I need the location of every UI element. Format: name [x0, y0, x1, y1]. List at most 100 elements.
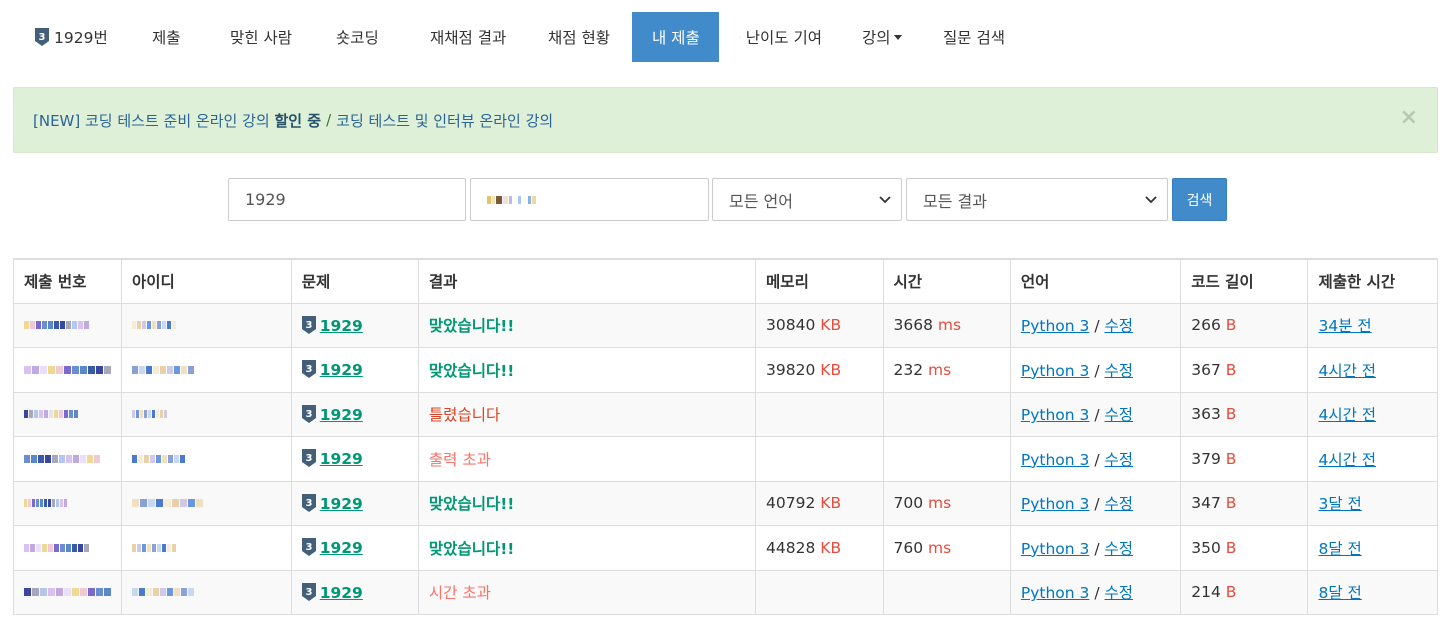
problem-link[interactable]: 3 1929: [301, 315, 363, 335]
redacted-user-id[interactable]: [132, 588, 281, 597]
problem-link[interactable]: 3 1929: [301, 493, 363, 513]
redaction-pixel: [196, 499, 203, 508]
tab-short-coding[interactable]: 숏코딩: [316, 12, 410, 62]
redaction-pixel: [45, 454, 51, 463]
result-text[interactable]: 출력 초과: [429, 451, 491, 469]
language-select[interactable]: 모든 언어: [712, 178, 902, 221]
header-time: 시간: [882, 258, 1011, 304]
edit-link[interactable]: 수정: [1105, 406, 1134, 424]
result-text[interactable]: 맞았습니다!!: [429, 362, 514, 380]
result-select[interactable]: 모든 결과: [906, 178, 1168, 221]
language-link[interactable]: Python 3: [1021, 584, 1090, 602]
problem-link[interactable]: 3 1929: [301, 360, 363, 379]
redacted-submission-id[interactable]: [24, 543, 111, 552]
edit-link[interactable]: 수정: [1105, 540, 1134, 558]
problem-id-input[interactable]: 1929: [228, 178, 466, 221]
tab-solved-users[interactable]: 맞힌 사람: [210, 12, 316, 62]
tab-lectures-dropdown[interactable]: 강의: [842, 12, 923, 62]
submitted-time-link[interactable]: 4시간 전: [1318, 362, 1376, 380]
user-id-cell: [121, 347, 292, 393]
redaction-pixel: [88, 365, 95, 374]
redaction-pixel: [44, 410, 48, 419]
redaction-pixel: [153, 588, 159, 597]
redacted-user-id[interactable]: [132, 499, 281, 508]
tab-submit[interactable]: 제출: [132, 12, 210, 62]
language-link[interactable]: Python 3: [1021, 406, 1090, 424]
redaction-pixel: [24, 321, 29, 330]
redacted-user-id[interactable]: [132, 543, 281, 552]
redaction-pixel: [132, 321, 136, 330]
edit-link[interactable]: 수정: [1105, 584, 1134, 602]
submitted-time-link[interactable]: 4시간 전: [1318, 406, 1376, 424]
time-unit: ms: [928, 360, 952, 379]
code-length-unit: B: [1225, 449, 1237, 468]
submitted-time-link[interactable]: 4시간 전: [1318, 451, 1376, 469]
edit-link[interactable]: 수정: [1105, 495, 1134, 513]
result-text[interactable]: 틀렸습니다: [429, 406, 500, 424]
redacted-user-id[interactable]: [132, 410, 281, 419]
submitted-time-link[interactable]: 3달 전: [1318, 495, 1361, 513]
submission-id-cell: [13, 569, 122, 615]
language-link[interactable]: Python 3: [1021, 362, 1090, 380]
redaction-pixel: [164, 499, 171, 508]
redaction-pixel: [132, 454, 137, 463]
problem-link[interactable]: 3 1929: [301, 538, 363, 557]
result-text[interactable]: 시간 초과: [429, 584, 491, 602]
interview-lecture-link[interactable]: 코딩 테스트 및 인터뷰 온라인 강의: [336, 110, 553, 131]
promo-link[interactable]: [NEW] 코딩 테스트 준비 온라인 강의 할인 중: [33, 110, 321, 131]
redacted-user-id[interactable]: [132, 365, 281, 374]
submitted-time-link[interactable]: 34분 전: [1318, 317, 1371, 335]
edit-link[interactable]: 수정: [1105, 317, 1134, 335]
tab-question-search[interactable]: 질문 검색: [923, 12, 1026, 62]
redacted-submission-id[interactable]: [24, 321, 111, 330]
problem-link[interactable]: 3 1929: [301, 449, 363, 468]
close-icon[interactable]: ×: [1400, 107, 1418, 129]
tab-rejudge-results[interactable]: 재채점 결과: [410, 12, 528, 62]
problem-id: 1929: [319, 316, 363, 335]
user-id-cell: [121, 569, 292, 615]
tab-problem[interactable]: 3 1929번: [15, 12, 132, 62]
redaction-pixel: [72, 365, 79, 374]
problem-link[interactable]: 3 1929: [301, 582, 363, 602]
edit-link[interactable]: 수정: [1105, 362, 1134, 380]
header-submitted-time: 제출한 시간: [1307, 258, 1438, 304]
time-unit: ms: [928, 538, 952, 557]
tab-label: 재채점 결과: [430, 29, 507, 47]
promo-link-text: [NEW] 코딩 테스트 준비 온라인 강의: [33, 111, 270, 130]
redacted-submission-id[interactable]: [24, 410, 111, 419]
redaction-pixel: [40, 365, 47, 374]
problem-nav-tabs: 3 1929번 제출 맞힌 사람 숏코딩 재채점 결과 채점 현황 내 제출 난…: [15, 12, 1026, 62]
result-text[interactable]: 맞았습니다!!: [429, 317, 514, 335]
result-selected-value: 모든 결과: [923, 191, 987, 211]
memory-unit: KB: [820, 316, 842, 335]
language-link[interactable]: Python 3: [1021, 317, 1090, 335]
tab-my-submissions[interactable]: 내 제출: [632, 12, 719, 62]
tab-difficulty-contribution[interactable]: 난이도 기여: [719, 12, 842, 62]
tab-label: 내 제출: [652, 29, 700, 47]
redaction-pixel: [153, 365, 159, 374]
language-link[interactable]: Python 3: [1021, 451, 1090, 469]
result-text[interactable]: 맞았습니다!!: [429, 495, 514, 513]
submitted-time-link[interactable]: 8달 전: [1318, 540, 1361, 558]
language-link[interactable]: Python 3: [1021, 495, 1090, 513]
redacted-submission-id[interactable]: [24, 365, 111, 374]
language-link[interactable]: Python 3: [1021, 540, 1090, 558]
svg-text:3: 3: [305, 409, 312, 420]
redacted-user-id[interactable]: [132, 321, 281, 330]
result-text[interactable]: 맞았습니다!!: [429, 540, 514, 558]
redacted-submission-id[interactable]: [24, 588, 111, 597]
redacted-submission-id[interactable]: [24, 454, 111, 463]
code-length-cell: 266 B: [1180, 302, 1309, 348]
search-button[interactable]: 검색: [1172, 178, 1227, 221]
tab-judge-status[interactable]: 채점 현황: [528, 12, 632, 62]
table-row: 3 1929 맞았습니다!! 39820 KB 232 ms Python 3 /…: [13, 347, 1438, 393]
problem-cell: 3 1929: [290, 302, 419, 348]
user-id-input[interactable]: [470, 178, 709, 221]
redaction-pixel: [144, 410, 147, 419]
redacted-submission-id[interactable]: [24, 499, 111, 508]
edit-link[interactable]: 수정: [1105, 451, 1134, 469]
submitted-time-link[interactable]: 8달 전: [1318, 584, 1361, 602]
redacted-user-id[interactable]: [132, 454, 281, 463]
problem-link[interactable]: 3 1929: [301, 404, 363, 424]
redaction-pixel: [24, 543, 29, 552]
